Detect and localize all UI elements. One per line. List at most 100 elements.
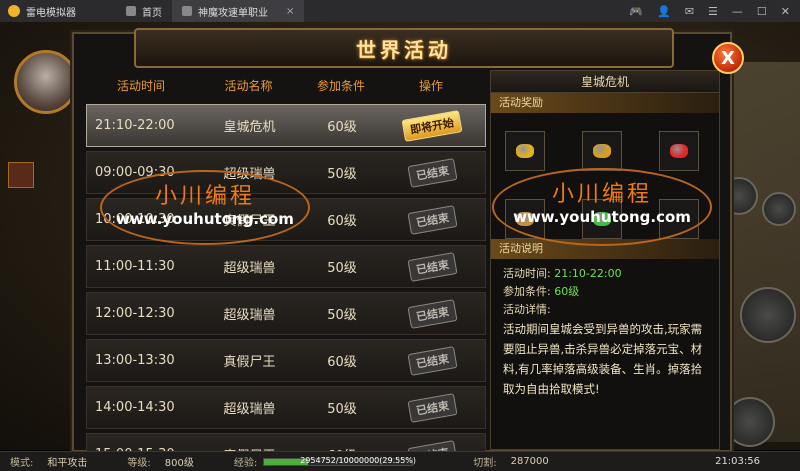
activity-row[interactable]: 15:00-15:30真假尸王60级已结束 (86, 433, 486, 452)
activity-list-panel[interactable]: 活动时间 活动名称 参加条件 操作 21:10-22:00 皇城危机 60级 即将开始… (86, 70, 486, 452)
activity-action-cell: 已结束 (382, 204, 482, 235)
attack-button-icon[interactable] (725, 397, 775, 447)
detail-text: 活动期间皇城会受到异兽的攻击,玩家需要阻止异兽,击杀异兽必定掉落元宝、材料,有几… (503, 322, 703, 396)
activity-action-cell: 已结束 (382, 298, 482, 329)
activity-row[interactable]: 10:00-10:30 真假尸王 60级 已结束 (86, 198, 486, 241)
activity-name: 超级瑞兽 (223, 308, 276, 323)
maximize-icon[interactable]: ☐ (757, 5, 767, 18)
tab-home[interactable]: 首页 (116, 0, 172, 22)
activity-row[interactable]: 11:00-11:30 超级瑞兽 50级 已结束 (86, 245, 486, 288)
column-condition: 参加条件 (316, 78, 365, 93)
red-gem-icon (670, 144, 688, 158)
activity-condition: 50级 (327, 167, 357, 182)
activity-table-header: 活动时间 活动名称 参加条件 操作 (86, 70, 486, 100)
activity-row[interactable]: 21:10-22:00 皇城危机 60级 即将开始 (86, 104, 486, 147)
activity-rows: 21:10-22:00 皇城危机 60级 即将开始 09:00-09:30 超级瑞兽 50级… (86, 104, 486, 452)
column-name: 活动名称 (224, 78, 273, 93)
activity-name: 皇城危机 (223, 120, 276, 135)
reward-slot[interactable] (659, 199, 699, 239)
dialog-header: 世界活动 (134, 28, 674, 68)
activity-time: 14:00-14:30 (95, 400, 175, 415)
home-icon (126, 6, 136, 16)
exp-progress-bar: 2954752/10000000(29.55%) (263, 455, 417, 466)
dialog-close-button[interactable]: X (712, 42, 744, 74)
ended-badge: 已结束 (406, 204, 458, 235)
ended-badge: 已结束 (406, 298, 458, 329)
time-label: 活动时间: (503, 267, 551, 280)
skill-shortcut-icon[interactable] (8, 162, 34, 188)
activity-condition: 60级 (327, 120, 357, 135)
emulator-logo-icon (8, 5, 20, 17)
player-status-bar: 模式: 和平攻击 等级: 800级 经验: 2954752/10000000(2… (0, 451, 800, 471)
level-value: 800级 (164, 458, 194, 469)
activity-row[interactable]: 13:00-13:30 真假尸王 60级 已结束 (86, 339, 486, 382)
detail-title: 皇城危机 (491, 71, 719, 93)
activity-condition: 60级 (327, 214, 357, 229)
column-time: 活动时间 (116, 78, 165, 93)
description-body: 活动时间: 21:10-22:00 参加条件: 60级 活动详情: 活动期间皇城… (491, 259, 719, 399)
activity-name: 真假尸王 (223, 355, 276, 370)
minimize-icon[interactable]: — (732, 5, 743, 18)
ended-badge: 已结束 (406, 345, 458, 376)
activity-time: 13:00-13:30 (95, 353, 175, 368)
activity-time: 21:10-22:00 (95, 118, 175, 133)
activity-detail-panel: 皇城危机 活动奖励 活动说明 活动时间: 21:10-22:00 参加条件: 6… (490, 70, 720, 450)
tab-game[interactable]: 神魔攻速单职业 × (172, 0, 305, 22)
activity-name: 超级瑞兽 (223, 167, 276, 182)
reward-slot[interactable] (505, 199, 545, 239)
activity-row[interactable]: 09:00-09:30 超级瑞兽 50级 已结束 (86, 151, 486, 194)
column-action: 操作 (418, 78, 443, 93)
emulator-titlebar: 雷电模拟器 首页 神魔攻速单职业 × 🎮 👤 ✉ ☰ — ☐ ✕ (0, 0, 800, 22)
scroll-icon (516, 212, 534, 226)
reward-grid (491, 113, 719, 239)
starting-soon-badge[interactable]: 即将开始 (401, 109, 463, 142)
mode-value[interactable]: 和平攻击 (47, 454, 87, 469)
activity-condition: 50级 (327, 261, 357, 276)
cut-value: 287000 (510, 456, 549, 467)
activity-action-cell: 已结束 (382, 157, 482, 188)
green-orb-icon (593, 212, 611, 226)
reward-slot[interactable] (659, 131, 699, 171)
mail-icon[interactable]: ✉ (685, 5, 694, 18)
cut-label: 切割: (473, 458, 497, 469)
game-icon (182, 6, 192, 16)
time-value: 21:10-22:00 (554, 267, 622, 280)
level-label: 等级: (127, 458, 151, 469)
condition-label: 参加条件: (503, 285, 551, 298)
activity-row[interactable]: 12:00-12:30 超级瑞兽 50级 已结束 (86, 292, 486, 335)
activity-name: 超级瑞兽 (223, 261, 276, 276)
reward-slot[interactable] (582, 199, 622, 239)
account-icon[interactable]: 👤 (657, 5, 671, 18)
activity-condition: 50级 (327, 308, 357, 323)
sword-skill-button-icon[interactable] (740, 287, 796, 343)
activity-row[interactable]: 14:00-14:30 超级瑞兽 50级 已结束 (86, 386, 486, 429)
gold-coin-icon (593, 144, 611, 158)
window-close-icon[interactable]: ✕ (781, 5, 790, 18)
ended-badge: 已结束 (406, 392, 458, 423)
guard-button-icon[interactable] (762, 192, 796, 226)
activity-condition: 50级 (327, 402, 357, 417)
window-controls: 🎮 👤 ✉ ☰ — ☐ ✕ (629, 5, 790, 18)
tab-home-label: 首页 (142, 7, 162, 19)
emulator-app-title: 雷电模拟器 (26, 7, 76, 19)
activity-time: 10:00-10:30 (95, 212, 175, 227)
activity-action-cell: 已结束 (382, 345, 482, 376)
mode-label: 模式: (10, 458, 34, 469)
activity-condition: 60级 (327, 355, 357, 370)
ended-badge: 已结束 (406, 157, 458, 188)
gold-ingot-icon (516, 144, 534, 158)
activity-action-cell: 已结束 (382, 392, 482, 423)
menu-icon[interactable]: ☰ (708, 5, 718, 18)
world-activity-dialog: 世界活动 活动时间 活动名称 参加条件 操作 21:10-22:00 皇城危机 60… (72, 28, 732, 452)
activity-name: 超级瑞兽 (223, 402, 276, 417)
player-portrait[interactable] (14, 50, 78, 114)
activity-action-cell: 已结束 (382, 251, 482, 282)
reward-slot[interactable] (582, 131, 622, 171)
exp-progress-text: 2954752/10000000(29.55%) (300, 455, 417, 465)
description-header: 活动说明 (491, 239, 719, 259)
reward-header: 活动奖励 (491, 93, 719, 113)
detail-label: 活动详情: (503, 303, 551, 316)
reward-slot[interactable] (505, 131, 545, 171)
tab-close-icon[interactable]: × (286, 6, 294, 17)
gamepad-icon[interactable]: 🎮 (629, 5, 643, 18)
